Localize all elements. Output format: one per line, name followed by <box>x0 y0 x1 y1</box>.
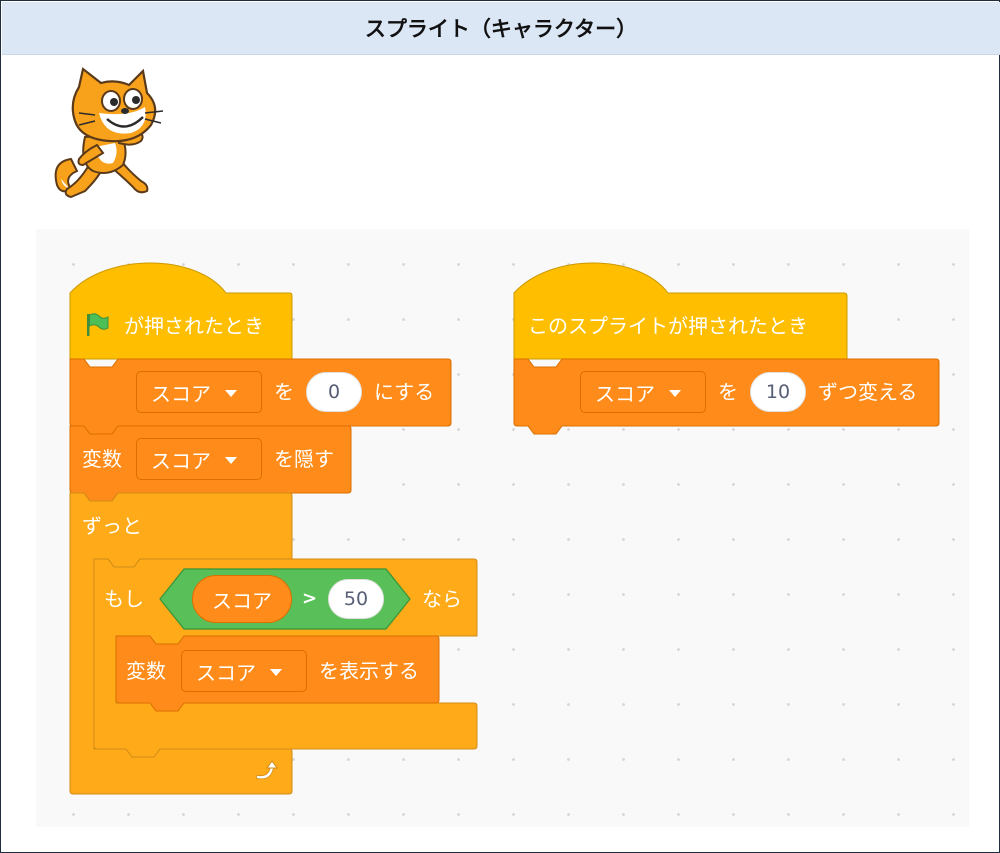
sprite-cat[interactable] <box>49 67 181 203</box>
dropdown-triangle-icon <box>225 389 237 397</box>
loop-arrow-icon <box>256 760 278 780</box>
operator-symbol: > <box>302 588 318 609</box>
change-value-input[interactable]: 10 <box>750 372 806 412</box>
hat-block-flag <box>69 262 293 360</box>
green-flag-icon[interactable] <box>84 312 110 338</box>
dropdown-label: スコア <box>151 448 211 473</box>
variable-dropdown-hide[interactable]: スコア <box>136 438 262 480</box>
dropdown-triangle-icon <box>225 456 237 464</box>
dropdown-label: スコア <box>151 381 211 406</box>
set-to-label: を <box>274 380 294 404</box>
hat-block-sprite-clicked <box>513 262 848 360</box>
show-prefix-label: 変数 <box>126 659 166 683</box>
window-frame: スプライト（キャラクター） が押されたとき スコア を 0 にする 変数 スコア… <box>0 0 1000 853</box>
set-value-input[interactable]: 0 <box>306 372 362 412</box>
set-suffix-label: にする <box>374 380 435 404</box>
scratch-cat-icon <box>54 67 164 199</box>
forever-label: ずっと <box>82 514 142 538</box>
change-suffix-label: ずつ変える <box>818 380 918 404</box>
if-suffix-label: なら <box>422 587 462 611</box>
code-workspace[interactable]: が押されたとき スコア を 0 にする 変数 スコア を隠す ずっと もし スコ… <box>36 229 969 827</box>
variable-dropdown-show[interactable]: スコア <box>181 650 307 692</box>
compare-value-input[interactable]: 50 <box>328 579 384 619</box>
if-prefix-label: もし <box>104 587 144 611</box>
hat-label: が押されたとき <box>124 314 264 338</box>
change-by-label: を <box>718 380 738 404</box>
score-reporter[interactable]: スコア <box>192 575 292 623</box>
hat2-label: このスプライトが押されたとき <box>528 314 808 338</box>
dropdown-label: スコア <box>595 381 655 406</box>
show-suffix-label: を表示する <box>319 659 419 683</box>
dropdown-label: スコア <box>196 660 256 685</box>
variable-dropdown-set[interactable]: スコア <box>136 371 262 413</box>
dropdown-triangle-icon <box>669 389 681 397</box>
page-title: スプライト（キャラクター） <box>2 2 1000 55</box>
variable-dropdown-change[interactable]: スコア <box>580 371 706 413</box>
hide-suffix-label: を隠す <box>274 447 334 471</box>
dropdown-triangle-icon <box>270 668 282 676</box>
hide-prefix-label: 変数 <box>82 447 122 471</box>
